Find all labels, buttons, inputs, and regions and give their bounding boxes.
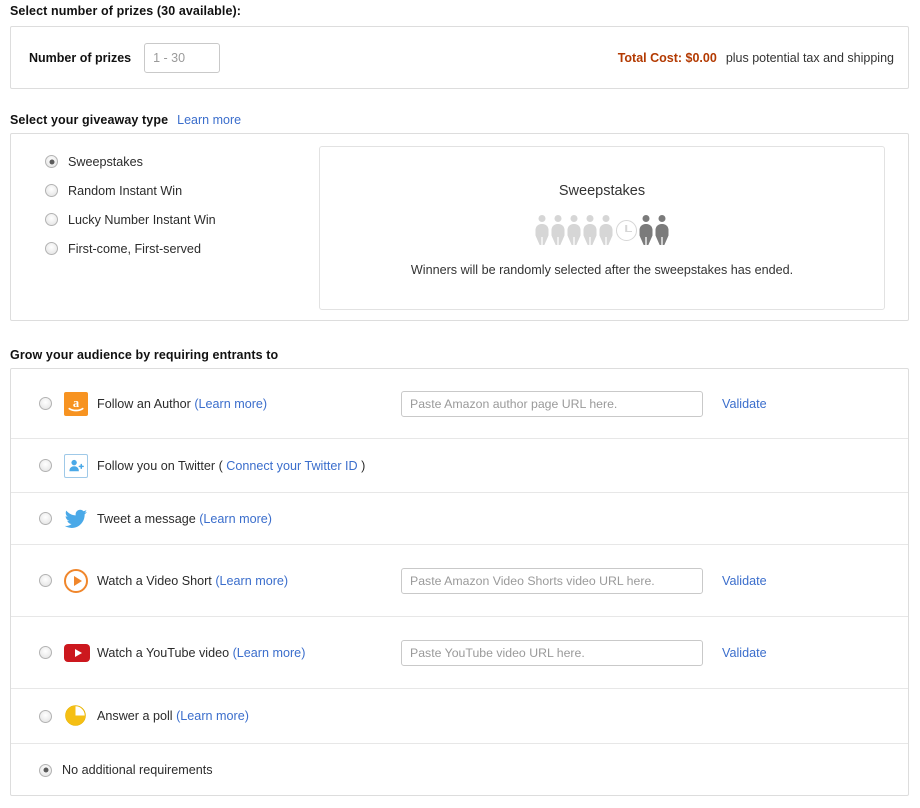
total-cost-value: Total Cost: $0.00: [617, 50, 717, 65]
radio-icon[interactable]: [45, 242, 58, 255]
validate-author-link[interactable]: Validate: [722, 397, 767, 411]
amazon-icon: a: [64, 391, 88, 416]
person-dark-icon: [639, 215, 654, 245]
preview-caption: Winners will be randomly selected after …: [410, 263, 794, 277]
radio-icon[interactable]: [39, 459, 52, 472]
requirements-card: a Follow an Author (Learn more) Validate: [10, 368, 909, 796]
requirement-row-answer-a-poll[interactable]: Answer a poll (Learn more): [11, 689, 908, 744]
radio-icon[interactable]: [39, 574, 52, 587]
giveaway-type-card: Sweepstakes Random Instant Win Lucky Num…: [10, 133, 909, 321]
option-label: First-come, First-served: [68, 241, 201, 256]
svg-text:a: a: [73, 395, 80, 409]
giveaway-type-option-random-instant-win[interactable]: Random Instant Win: [45, 176, 315, 205]
requirement-label: Tweet a message (Learn more): [97, 511, 272, 526]
giveaway-setup-page: Select number of prizes (30 available): …: [0, 0, 920, 808]
radio-icon[interactable]: [39, 512, 52, 525]
radio-icon[interactable]: [45, 213, 58, 226]
option-label: Sweepstakes: [68, 154, 143, 169]
requirement-label: No additional requirements: [62, 763, 213, 777]
giveaway-type-option-sweepstakes[interactable]: Sweepstakes: [45, 147, 315, 176]
video-short-icon: [64, 568, 88, 593]
youtube-icon: [64, 641, 90, 665]
giveaway-type-heading: Select your giveaway type: [10, 113, 169, 127]
person-light-icon: [599, 215, 614, 245]
requirement-label: Answer a poll (Learn more): [97, 709, 249, 723]
twitter-bird-icon: [64, 507, 88, 531]
person-light-icon: [551, 215, 566, 245]
prizes-heading: Select number of prizes (30 available):: [10, 4, 242, 18]
requirement-left: Watch a Video Short (Learn more): [39, 568, 401, 593]
poll-icon: [64, 704, 88, 728]
requirement-label: Watch a Video Short (Learn more): [97, 573, 289, 588]
person-light-icon: [583, 215, 598, 245]
total-cost-group: Total Cost: $0.00 plus potential tax and…: [618, 51, 894, 65]
giveaway-type-learn-more-link[interactable]: Learn more: [177, 113, 241, 127]
requirement-row-tweet-a-message[interactable]: Tweet a message (Learn more): [11, 493, 908, 545]
requirement-left: Follow you on Twitter ( Connect your Twi…: [39, 453, 366, 478]
radio-icon[interactable]: [39, 763, 52, 777]
requirement-row-no-additional-requirements[interactable]: No additional requirements: [11, 744, 908, 796]
radio-icon[interactable]: [39, 646, 52, 659]
requirement-row-follow-on-twitter[interactable]: Follow you on Twitter ( Connect your Twi…: [11, 439, 908, 493]
option-label: Lucky Number Instant Win: [68, 212, 216, 227]
preview-title: Sweepstakes: [558, 183, 646, 199]
connect-twitter-id-link[interactable]: Connect your Twitter ID: [226, 459, 357, 473]
twitter-follow-icon: [64, 453, 88, 478]
learn-more-link[interactable]: (Learn more): [233, 646, 306, 660]
learn-more-link[interactable]: (Learn more): [194, 397, 267, 411]
requirement-row-watch-a-youtube-video[interactable]: Watch a YouTube video (Learn more) Valid…: [11, 617, 908, 689]
requirement-label: Watch a YouTube video (Learn more): [97, 645, 306, 660]
requirement-row-follow-an-author[interactable]: a Follow an Author (Learn more) Validate: [11, 369, 908, 439]
giveaway-type-radio-group: Sweepstakes Random Instant Win Lucky Num…: [45, 147, 315, 263]
requirement-left: a Follow an Author (Learn more): [39, 391, 401, 416]
learn-more-link[interactable]: (Learn more): [199, 512, 272, 526]
radio-icon[interactable]: [45, 184, 58, 197]
requirement-left: Tweet a message (Learn more): [39, 507, 272, 531]
clock-icon: [615, 220, 637, 241]
person-light-icon: [535, 215, 550, 245]
validate-video-short-link[interactable]: Validate: [722, 574, 767, 588]
author-url-input[interactable]: [401, 390, 703, 417]
requirement-label: Follow an Author (Learn more): [97, 396, 268, 411]
option-label: Random Instant Win: [68, 183, 183, 198]
giveaway-type-option-lucky-number-instant-win[interactable]: Lucky Number Instant Win: [45, 205, 315, 234]
requirement-left: Answer a poll (Learn more): [39, 704, 249, 728]
requirement-left: No additional requirements: [39, 763, 213, 777]
total-cost-note: plus potential tax and shipping: [725, 50, 894, 65]
radio-icon[interactable]: [45, 155, 58, 168]
requirement-row-watch-a-video-short[interactable]: Watch a Video Short (Learn more) Validat…: [11, 545, 908, 617]
giveaway-type-option-first-come-first-served[interactable]: First-come, First-served: [45, 234, 315, 263]
validate-youtube-link[interactable]: Validate: [722, 646, 767, 660]
radio-icon[interactable]: [39, 397, 52, 410]
giveaway-type-heading-group: Select your giveaway type Learn more: [10, 113, 241, 127]
prizes-row: Number of prizes Total Cost: $0.00 plus …: [11, 27, 908, 88]
giveaway-type-preview-panel: Sweepstakes Winners will be randomly sel…: [319, 146, 885, 310]
person-light-icon: [567, 215, 582, 245]
radio-icon[interactable]: [39, 709, 52, 723]
number-of-prizes-label: Number of prizes: [29, 50, 132, 65]
preview-illustration: [320, 213, 884, 245]
youtube-url-input[interactable]: [401, 639, 703, 666]
requirement-left: Watch a YouTube video (Learn more): [39, 641, 401, 665]
number-of-prizes-input[interactable]: [144, 42, 221, 73]
learn-more-link[interactable]: (Learn more): [176, 709, 249, 723]
learn-more-link[interactable]: (Learn more): [215, 574, 288, 588]
requirement-label: Follow you on Twitter ( Connect your Twi…: [97, 458, 366, 473]
prizes-card: Number of prizes Total Cost: $0.00 plus …: [10, 26, 909, 89]
video-short-url-input[interactable]: [401, 567, 703, 594]
person-dark-icon: [655, 215, 670, 245]
requirements-heading: Grow your audience by requiring entrants…: [10, 348, 279, 362]
